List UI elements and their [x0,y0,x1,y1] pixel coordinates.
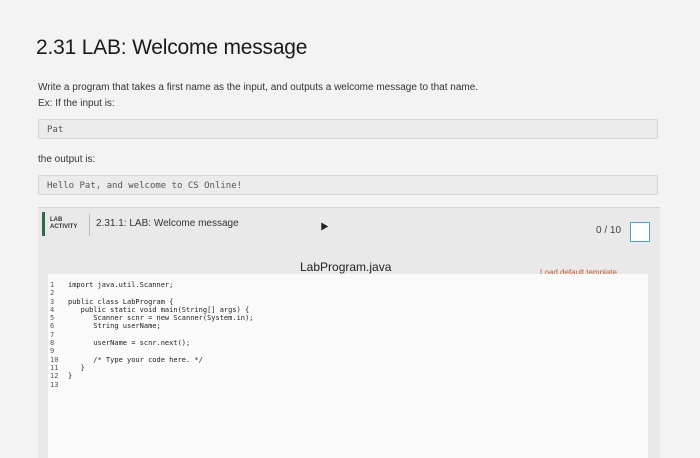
line-number: 10 [50,355,59,364]
code-line[interactable]: String userName; [68,322,628,330]
line-number: 8 [50,339,55,348]
badge-line2: ACTIVITY [50,224,78,230]
example-input-label: Ex: If the input is: [38,98,115,109]
completion-checkbox [630,222,650,242]
code-line[interactable] [68,347,628,355]
code-line[interactable]: public static void main(String[] args) { [68,306,628,314]
line-number: 6 [50,322,55,331]
lab-header: LAB ACTIVITY 2.31.1: LAB: Welcome messag… [38,208,660,242]
instruction-text: Write a program that takes a first name … [38,82,479,93]
code-area[interactable]: import java.util.Scanner; public class La… [68,281,628,389]
code-line[interactable]: import java.util.Scanner; [68,281,628,289]
code-line[interactable] [68,289,628,297]
line-number: 7 [50,330,55,339]
mouse-cursor-icon [317,220,329,231]
example-output-box: Hello Pat, and welcome to CS Online! [38,175,658,195]
lab-activity-name: 2.31.1: LAB: Welcome message [96,218,239,229]
header-divider [89,214,90,236]
line-number: 5 [50,314,55,323]
code-line[interactable]: } [68,364,628,372]
line-number: 2 [50,289,55,298]
line-number: 3 [50,297,55,306]
code-line[interactable]: /* Type your code here. */ [68,356,628,364]
example-output-label: the output is: [38,154,96,165]
lab-activity-panel: LAB ACTIVITY 2.31.1: LAB: Welcome messag… [38,207,660,458]
badge-line1: LAB [50,217,63,223]
example-input-box: Pat [38,119,658,139]
page-title: 2.31 LAB: Welcome message [36,36,308,59]
code-editor[interactable]: 1 2 3 4 5 6 7 8 9 10 11 12 13 import java.util.Scann… [48,274,648,458]
code-line[interactable]: } [68,372,628,380]
file-name: LabProgram.java [300,260,392,274]
code-line[interactable] [68,331,628,339]
line-number: 4 [50,305,55,314]
line-number: 13 [50,380,59,389]
lab-activity-badge: LAB ACTIVITY [42,212,80,236]
line-number: 12 [50,372,59,381]
line-number: 1 [50,281,55,289]
line-number-gutter: 1 2 3 4 5 6 7 8 9 10 11 12 13 [50,281,66,389]
line-number: 9 [50,347,55,356]
code-line[interactable]: userName = scnr.next(); [68,339,628,347]
code-line[interactable]: public class LabProgram { [68,298,628,306]
score-text: 0 / 10 [596,225,622,236]
code-line[interactable]: Scanner scnr = new Scanner(System.in); [68,314,628,322]
code-line[interactable] [68,381,628,389]
line-number: 11 [50,363,59,372]
